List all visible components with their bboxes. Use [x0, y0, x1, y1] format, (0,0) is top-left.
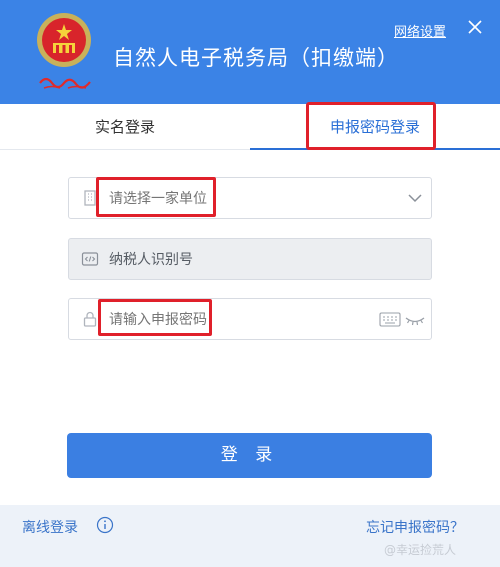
info-icon[interactable] — [96, 516, 114, 534]
unit-select[interactable] — [68, 177, 432, 220]
tab-declaration-password-login[interactable]: 申报密码登录 — [250, 104, 500, 150]
app-title: 自然人电子税务局（扣缴端） — [113, 46, 399, 70]
taxpayer-id-field: 纳税人识别号 — [68, 238, 432, 280]
offline-login-link[interactable]: 离线登录 — [22, 517, 78, 537]
tax-logo-script-icon — [39, 77, 91, 89]
code-icon — [81, 252, 99, 266]
watermark: @幸运捡荒人 — [384, 543, 457, 557]
forgot-password-link[interactable]: 忘记申报密码？ — [366, 517, 464, 537]
title-bar: 自然人电子税务局（扣缴端） 网络设置 — [0, 0, 500, 104]
password-input[interactable] — [109, 299, 369, 341]
building-icon — [84, 190, 96, 206]
password-field[interactable] — [68, 298, 432, 341]
chevron-down-icon[interactable] — [407, 190, 423, 206]
close-icon[interactable] — [466, 18, 484, 36]
taxpayer-id-label: 纳税人识别号 — [109, 252, 193, 268]
unit-select-input[interactable] — [109, 178, 369, 220]
login-tabs: 实名登录 申报密码登录 — [0, 104, 500, 150]
network-settings-link[interactable]: 网络设置 — [394, 21, 446, 40]
footer-bar: 离线登录 忘记申报密码？ @幸运捡荒人 — [0, 505, 500, 567]
keyboard-icon[interactable] — [379, 312, 401, 327]
lock-icon — [83, 311, 97, 327]
tax-emblem-icon — [37, 13, 91, 67]
eye-closed-icon[interactable] — [405, 313, 425, 327]
tab-real-name-login[interactable]: 实名登录 — [0, 104, 250, 150]
login-button[interactable]: 登 录 — [67, 433, 432, 478]
